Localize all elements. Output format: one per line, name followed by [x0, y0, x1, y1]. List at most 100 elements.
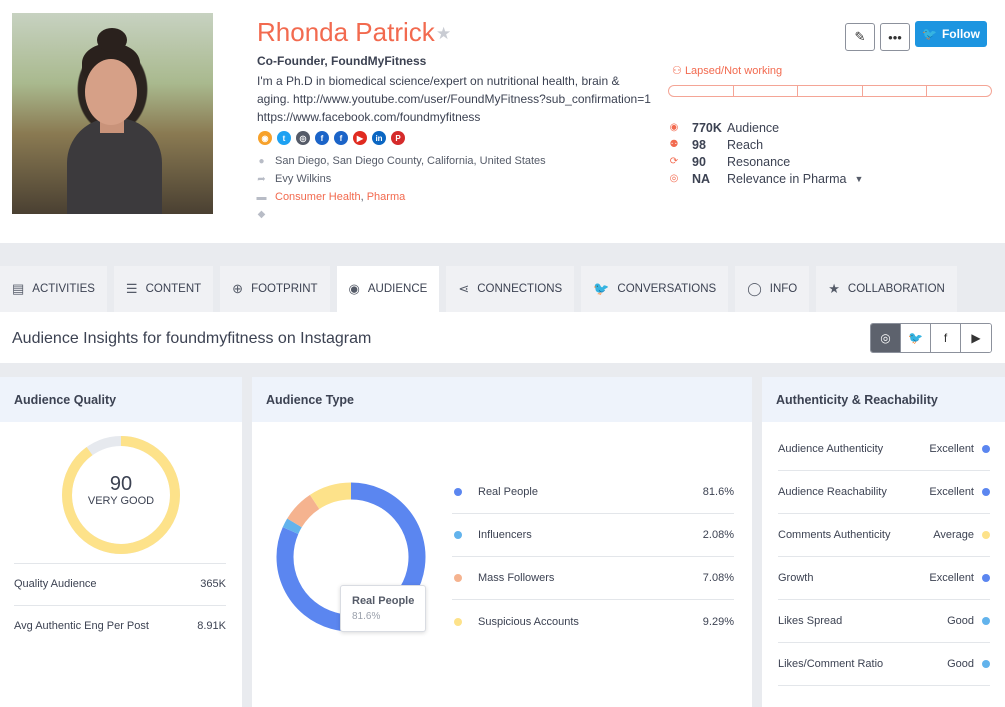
- quality-row: Quality Audience 365K: [14, 578, 226, 590]
- donut-slice-suspicious-accounts[interactable]: [309, 482, 352, 510]
- youtube-icon[interactable]: ▶: [961, 324, 991, 352]
- more-icon: •••: [888, 29, 902, 45]
- profile-bio: I'm a Ph.D in biomedical science/expert …: [257, 74, 651, 124]
- facebook-icon[interactable]: f: [931, 324, 961, 352]
- share-arrow-icon: ➦: [257, 173, 266, 185]
- card-heading: Authenticity & Reachability: [762, 377, 1005, 422]
- legend-dot: [454, 574, 462, 582]
- quality-score: 90: [109, 473, 133, 495]
- legend-dot: [454, 617, 462, 626]
- share-icon: ⋖: [458, 281, 470, 296]
- tab-collaboration[interactable]: ★ COLLABORATION: [816, 266, 957, 312]
- auth-row: Audience Reachability Excellent: [778, 471, 990, 514]
- status-dot: [982, 445, 990, 453]
- status-dot: [982, 488, 990, 496]
- target-icon: ◎: [669, 173, 679, 184]
- legend-dot: [454, 488, 462, 496]
- auth-row: Comments Authenticity Average: [778, 514, 990, 557]
- facebook-icon[interactable]: f: [315, 131, 329, 145]
- twitter-icon[interactable]: 🐦: [901, 324, 931, 352]
- globe-icon: ⊕: [232, 281, 244, 296]
- instagram-icon[interactable]: ◎: [871, 324, 901, 352]
- profile-photo: [12, 13, 213, 214]
- caret-down-icon[interactable]: ▼: [855, 174, 864, 184]
- profile-name: Rhonda Patrick: [257, 17, 435, 47]
- eye-icon: ◉: [348, 281, 360, 296]
- status-dot: [982, 617, 990, 625]
- instagram-icon[interactable]: ◎: [296, 131, 310, 145]
- stat-reach: ⚉ 98 Reach: [669, 137, 764, 152]
- legend-dot: [454, 531, 462, 539]
- tab-activities[interactable]: ▤ ACTIVITIES: [0, 266, 107, 312]
- user-icon: ◯: [747, 281, 762, 296]
- activities-icon: ▤: [12, 281, 25, 296]
- auth-row: Likes/Comment Ratio Good: [778, 643, 990, 686]
- youtube-icon[interactable]: ▶: [353, 131, 367, 145]
- auth-row: Audience Authenticity Excellent: [778, 428, 990, 471]
- legend-suspicious-accounts: Suspicious Accounts 9.29%: [452, 600, 734, 643]
- quality-score-label: VERY GOOD: [87, 495, 155, 507]
- status-dot: [982, 660, 990, 668]
- favorite-star-icon[interactable]: ★: [436, 24, 451, 44]
- stat-resonance: ⟳ 90 Resonance: [669, 154, 791, 169]
- users-icon: ⚉: [669, 139, 679, 150]
- tab-info[interactable]: ◯ INFO: [735, 266, 810, 312]
- platform-switcher: ◎ 🐦 f ▶: [870, 323, 992, 353]
- legend-real-people: Real People 81.6%: [452, 471, 734, 514]
- category-row: ▬ Consumer Health, Pharma: [256, 191, 406, 203]
- stat-relevance[interactable]: ◎ NA Relevance in Pharma ▼: [668, 170, 864, 187]
- pinterest-icon[interactable]: P: [391, 131, 405, 145]
- tab-audience[interactable]: ◉ AUDIENCE: [336, 266, 440, 312]
- profile-title: Co-Founder, FoundMyFitness: [257, 54, 427, 68]
- tab-connections[interactable]: ⋖ CONNECTIONS: [446, 266, 575, 312]
- insights-header: Audience Insights for foundmyfitness on …: [0, 312, 1005, 363]
- status-dot: [982, 574, 990, 582]
- legend-influencers: Influencers 2.08%: [452, 514, 734, 557]
- tab-bar: ▤ ACTIVITIES ☰ CONTENT ⊕ FOOTPRINT ◉ AUDIENC…: [0, 266, 964, 312]
- tag-row: ◆: [256, 209, 267, 220]
- stat-audience: ◉ 770K Audience: [669, 120, 780, 135]
- linkedin-icon[interactable]: in: [372, 131, 386, 145]
- follow-button[interactable]: 🐦 Follow: [915, 21, 987, 47]
- list-icon: ☰: [125, 281, 138, 296]
- auth-row: Growth Excellent: [778, 557, 990, 600]
- follow-label: Follow: [941, 27, 980, 41]
- tab-content[interactable]: ☰ CONTENT: [113, 266, 214, 312]
- folder-icon: ▬: [256, 191, 267, 203]
- contact-text: Evy Wilkins: [275, 173, 332, 185]
- contact-row: ➦ Evy Wilkins: [256, 173, 331, 185]
- category-link[interactable]: Pharma: [367, 191, 406, 203]
- location-text: San Diego, San Diego County, California,…: [275, 155, 546, 167]
- donut-slice-mass-followers[interactable]: [287, 494, 320, 528]
- auth-row: Likes Spread Good: [778, 600, 990, 643]
- profile-header: Rhonda Patrick ★ Co-Founder, FoundMyFitn…: [0, 0, 1005, 243]
- facebook-icon[interactable]: f: [334, 131, 348, 145]
- more-button[interactable]: •••: [880, 23, 910, 51]
- status-label: ⚇ Lapsed/Not working: [672, 65, 783, 77]
- stats-list: ◉ 770K Audience ⚉ 98 Reach ⟳ 90 Resonanc…: [668, 119, 864, 187]
- refresh-icon: ⟳: [669, 156, 679, 167]
- insights-title: Audience Insights for foundmyfitness on …: [12, 330, 372, 347]
- tab-conversations[interactable]: 🐦 CONVERSATIONS: [581, 266, 729, 312]
- donut-slice-influencers[interactable]: [282, 518, 302, 535]
- quality-row: Avg Authentic Eng Per Post 8.91K: [14, 620, 226, 632]
- location-row: ● San Diego, San Diego County, Californi…: [256, 155, 546, 167]
- chart-tooltip: Real People 81.6%: [340, 585, 426, 632]
- twitter-icon: 🐦: [922, 27, 937, 41]
- location-pin-icon: ●: [258, 155, 265, 167]
- eye-icon: ◉: [669, 122, 679, 133]
- people-icon: ⚇: [672, 65, 682, 77]
- tag-icon[interactable]: ◆: [256, 209, 267, 220]
- twitter-icon: 🐦: [593, 281, 610, 296]
- category-link[interactable]: Consumer Health: [275, 191, 361, 203]
- brush-icon: ✎: [854, 29, 866, 44]
- tab-footprint[interactable]: ⊕ FOOTPRINT: [220, 266, 330, 312]
- rss-icon[interactable]: ◉: [258, 131, 272, 145]
- status-dot: [982, 531, 990, 539]
- edit-button[interactable]: ✎: [845, 23, 875, 51]
- star-icon: ★: [828, 281, 840, 296]
- legend-mass-followers: Mass Followers 7.08%: [452, 557, 734, 600]
- twitter-icon[interactable]: t: [277, 131, 291, 145]
- card-heading: Audience Quality: [0, 377, 242, 422]
- card-heading: Audience Type: [252, 377, 752, 422]
